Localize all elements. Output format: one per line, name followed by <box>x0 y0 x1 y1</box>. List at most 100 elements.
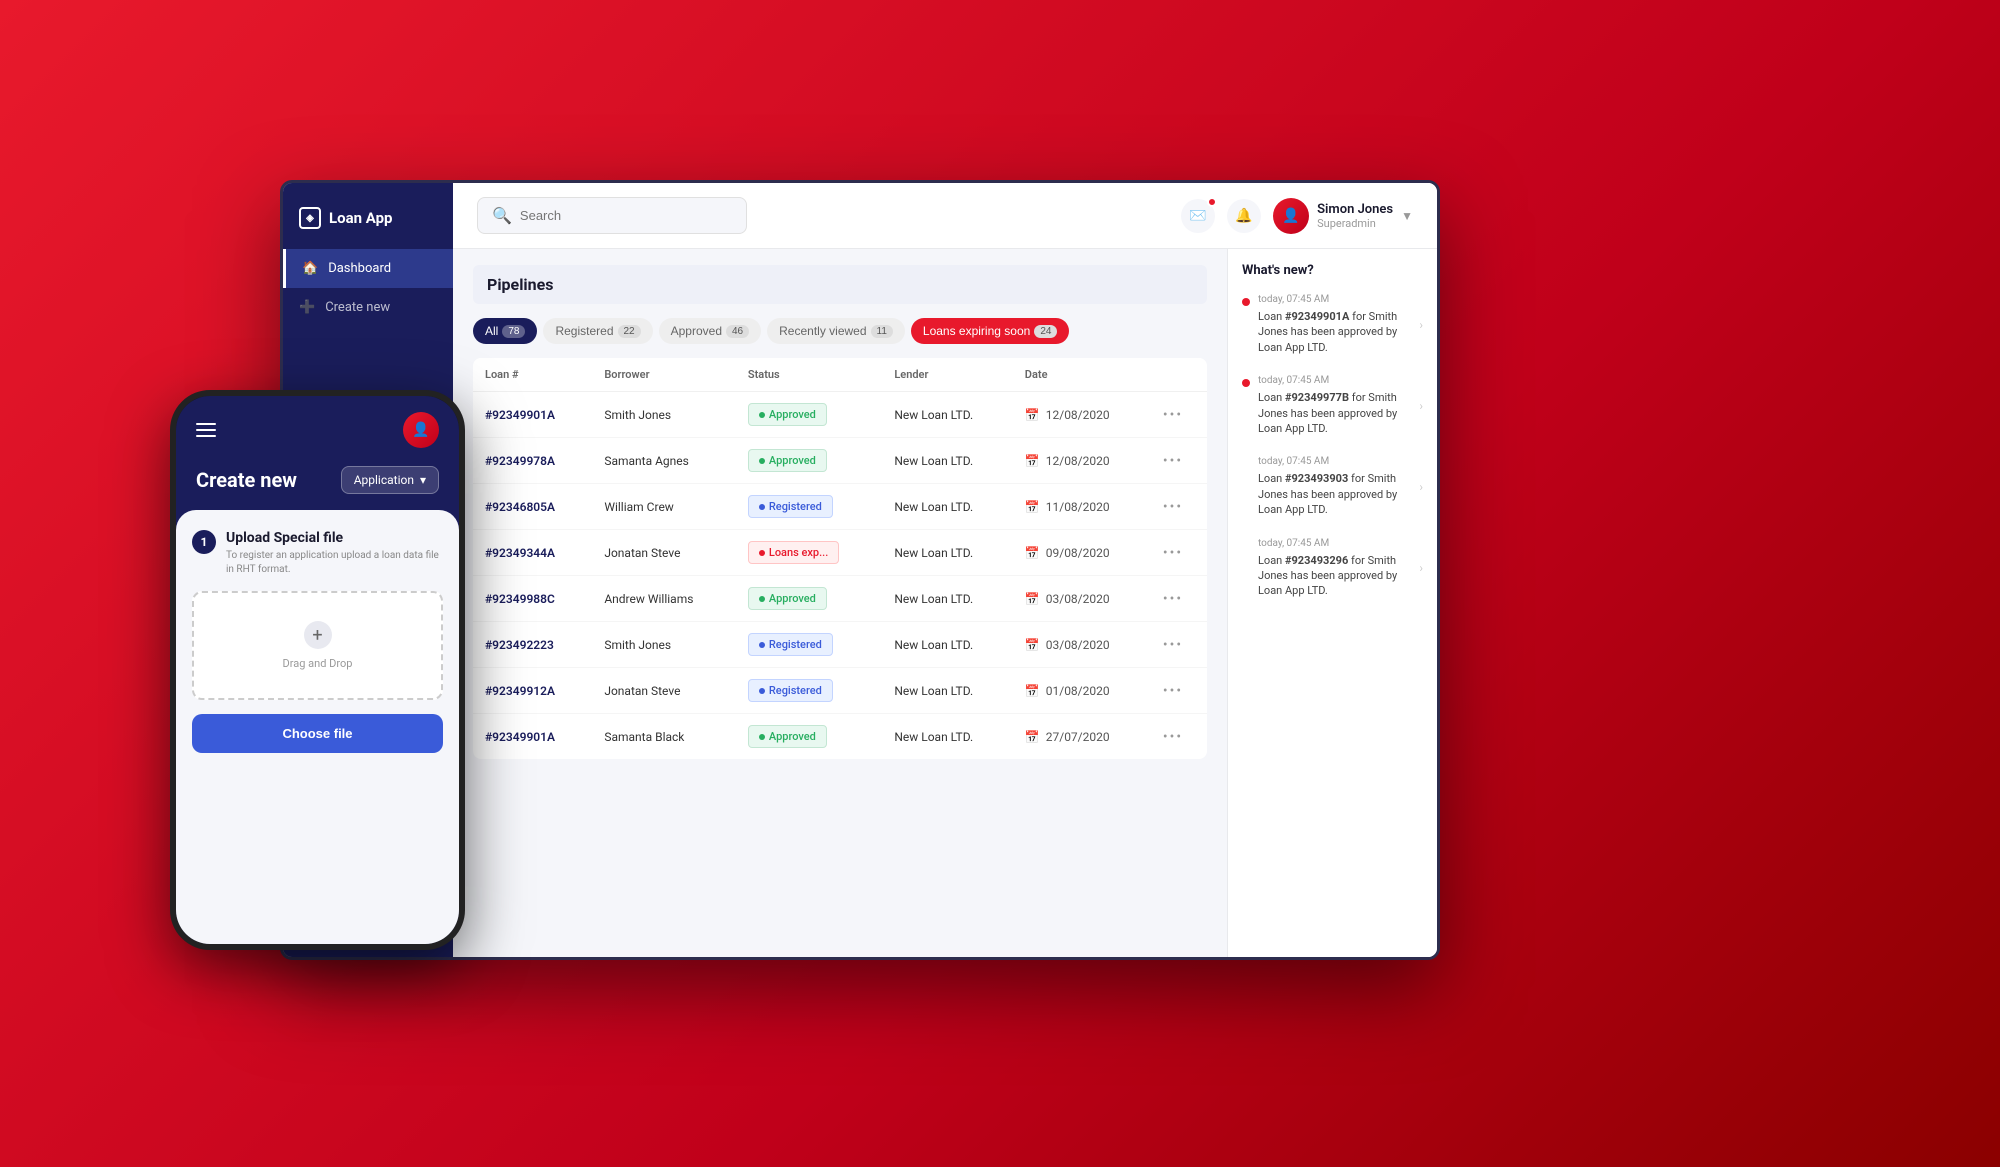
col-lender: Lender <box>882 358 1012 392</box>
notification-content: today, 07:45 AM Loan #923493903 for Smit… <box>1258 456 1411 517</box>
chevron-down-icon: ▼ <box>1401 209 1413 223</box>
more-options-button[interactable]: ••• <box>1163 499 1183 515</box>
notification-item[interactable]: today, 07:45 AM Loan #923493296 for Smit… <box>1242 538 1423 599</box>
table-row[interactable]: #92349344A Jonatan Steve Loans exp... Ne… <box>473 530 1207 576</box>
user-info[interactable]: 👤 Simon Jones Superadmin ▼ <box>1273 198 1413 234</box>
cell-lender: New Loan LTD. <box>882 438 1012 484</box>
more-options-button[interactable]: ••• <box>1163 637 1183 653</box>
notification-time: today, 07:45 AM <box>1258 538 1411 549</box>
cell-status: Approved <box>736 392 882 438</box>
tab-registered-count: 22 <box>618 325 641 338</box>
col-date: Date <box>1013 358 1151 392</box>
sidebar-create-label: Create new <box>325 300 390 315</box>
table-row[interactable]: #92349912A Jonatan Steve Registered New … <box>473 668 1207 714</box>
chevron-right-icon: › <box>1419 375 1423 436</box>
cell-more[interactable]: ••• <box>1151 668 1207 714</box>
cell-lender: New Loan LTD. <box>882 622 1012 668</box>
notification-item[interactable]: today, 07:45 AM Loan #923493903 for Smit… <box>1242 456 1423 517</box>
upload-zone[interactable]: + Drag and Drop <box>192 591 443 700</box>
notification-text: Loan #92349901A for Smith Jones has been… <box>1258 309 1411 355</box>
more-options-button[interactable]: ••• <box>1163 729 1183 745</box>
more-options-button[interactable]: ••• <box>1163 545 1183 561</box>
tab-recently-viewed-label: Recently viewed <box>779 324 866 338</box>
cell-lender: New Loan LTD. <box>882 530 1012 576</box>
tab-loans-expiring-label: Loans expiring soon <box>923 324 1030 338</box>
cell-borrower: Samanta Agnes <box>592 438 736 484</box>
more-options-button[interactable]: ••• <box>1163 683 1183 699</box>
avatar-image: 👤 <box>1282 208 1299 224</box>
cell-lender: New Loan LTD. <box>882 576 1012 622</box>
plus-icon: + <box>304 621 332 649</box>
notification-item[interactable]: today, 07:45 AM Loan #92349901A for Smit… <box>1242 294 1423 355</box>
tab-all-count: 78 <box>502 325 525 338</box>
logo-icon: ◈ <box>299 207 321 229</box>
step-title: Upload Special file <box>226 530 443 546</box>
notification-time: today, 07:45 AM <box>1258 375 1411 386</box>
phone-frame: 👤 Create new Application ▾ 1 Upload Spec… <box>170 390 465 950</box>
cell-more[interactable]: ••• <box>1151 530 1207 576</box>
col-loan-number: Loan # <box>473 358 592 392</box>
table-row[interactable]: #92349988C Andrew Williams Approved New … <box>473 576 1207 622</box>
mail-button[interactable]: ✉️ <box>1181 199 1215 233</box>
phone-header: 👤 <box>176 396 459 458</box>
calendar-icon: 📅 <box>1025 638 1040 652</box>
calendar-icon: 📅 <box>1025 408 1040 422</box>
tab-approved[interactable]: Approved 46 <box>659 318 762 344</box>
tab-registered[interactable]: Registered 22 <box>543 318 652 344</box>
phone-create-header: Create new Application ▾ <box>176 458 459 510</box>
cell-lender: New Loan LTD. <box>882 668 1012 714</box>
cell-lender: New Loan LTD. <box>882 484 1012 530</box>
notification-time: today, 07:45 AM <box>1258 456 1411 467</box>
more-options-button[interactable]: ••• <box>1163 591 1183 607</box>
table-row[interactable]: #92346805A William Crew Registered New L… <box>473 484 1207 530</box>
search-box[interactable]: 🔍 <box>477 197 747 234</box>
cell-loan: #92349912A <box>473 668 592 714</box>
hamburger-menu[interactable] <box>196 423 216 437</box>
app-dropdown[interactable]: Application ▾ <box>341 466 439 494</box>
cell-more[interactable]: ••• <box>1151 714 1207 760</box>
notifications-list: today, 07:45 AM Loan #92349901A for Smit… <box>1242 294 1423 599</box>
cell-loan: #92349978A <box>473 438 592 484</box>
cell-more[interactable]: ••• <box>1151 576 1207 622</box>
status-dot <box>759 642 765 648</box>
search-input[interactable] <box>520 208 732 223</box>
choose-file-button[interactable]: Choose file <box>192 714 443 753</box>
cell-loan: #92349901A <box>473 714 592 760</box>
table-row[interactable]: #92349901A Smith Jones Approved New Loan… <box>473 392 1207 438</box>
cell-date: 📅 12/08/2020 <box>1013 438 1151 484</box>
cell-more[interactable]: ••• <box>1151 392 1207 438</box>
tab-recently-viewed[interactable]: Recently viewed 11 <box>767 318 905 344</box>
plus-icon: ➕ <box>299 300 315 315</box>
notification-dot <box>1242 298 1250 306</box>
notification-item[interactable]: today, 07:45 AM Loan #92349977B for Smit… <box>1242 375 1423 436</box>
notification-time: today, 07:45 AM <box>1258 294 1411 305</box>
chevron-right-icon: › <box>1419 538 1423 599</box>
phone-screen: 👤 Create new Application ▾ 1 Upload Spec… <box>176 396 459 944</box>
table-row[interactable]: #92349901A Samanta Black Approved New Lo… <box>473 714 1207 760</box>
header: 🔍 ✉️ 🔔 👤 <box>453 183 1437 249</box>
cell-more[interactable]: ••• <box>1151 438 1207 484</box>
mail-badge <box>1207 197 1217 207</box>
bell-button[interactable]: 🔔 <box>1227 199 1261 233</box>
table-row[interactable]: #92349978A Samanta Agnes Approved New Lo… <box>473 438 1207 484</box>
step-info: Upload Special file To register an appli… <box>226 530 443 577</box>
content-area: Pipelines All 78 Registered 22 Approved <box>453 249 1437 957</box>
cell-more[interactable]: ••• <box>1151 484 1207 530</box>
notification-text: Loan #923493296 for Smith Jones has been… <box>1258 553 1411 599</box>
cell-lender: New Loan LTD. <box>882 392 1012 438</box>
calendar-icon: 📅 <box>1025 730 1040 744</box>
phone-create-title: Create new <box>196 468 297 492</box>
chevron-right-icon: › <box>1419 456 1423 517</box>
sidebar-item-create-new[interactable]: ➕ Create new <box>283 288 453 327</box>
tab-loans-expiring[interactable]: Loans expiring soon 24 <box>911 318 1070 344</box>
more-options-button[interactable]: ••• <box>1163 453 1183 469</box>
table-row[interactable]: #923492223 Smith Jones Registered New Lo… <box>473 622 1207 668</box>
cell-more[interactable]: ••• <box>1151 622 1207 668</box>
more-options-button[interactable]: ••• <box>1163 407 1183 423</box>
status-dot <box>759 688 765 694</box>
notification-text: Loan #923493903 for Smith Jones has been… <box>1258 471 1411 517</box>
phone-card: 1 Upload Special file To register an app… <box>176 510 459 944</box>
sidebar-item-dashboard[interactable]: 🏠 Dashboard <box>283 249 453 288</box>
notification-dot <box>1242 542 1250 550</box>
tab-all[interactable]: All 78 <box>473 318 537 344</box>
